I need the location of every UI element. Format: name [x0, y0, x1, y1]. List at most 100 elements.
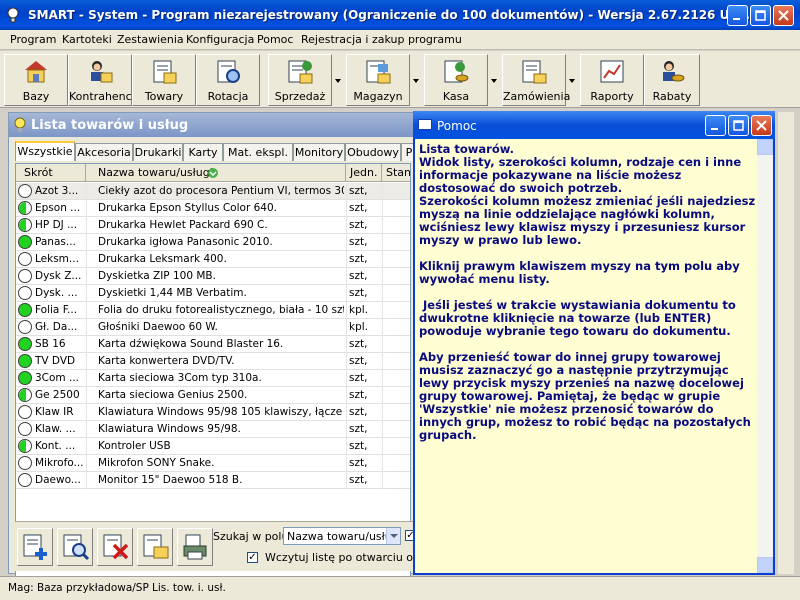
reload-list-checkbox[interactable]: ✓ [247, 552, 258, 563]
table-row[interactable]: TV DVD Karta konwertera DVD/TV. szt, [16, 353, 410, 370]
table-row[interactable]: HP DJ ... Drukarka Hewlet Packard 690 C. s… [16, 217, 410, 234]
print-list-button[interactable] [177, 528, 213, 566]
add-item-icon [23, 534, 47, 560]
minimize-button[interactable] [727, 5, 748, 26]
column-separator [86, 353, 87, 370]
magazyn-dropdown[interactable] [410, 54, 422, 106]
lightbulb-icon [14, 117, 26, 132]
toolbar-rotacja-button[interactable]: Rotacja [196, 54, 260, 106]
cell-name: Mikrofon SONY Snake. [98, 457, 215, 469]
maximize-button[interactable] [750, 5, 771, 26]
tab-akcesoria[interactable]: Akcesoria [75, 143, 133, 161]
discounts-icon [663, 61, 685, 82]
menu-rejestracja[interactable]: Rejestracja i zakup programu [301, 33, 462, 46]
menu-pomoc[interactable]: Pomoc [257, 33, 293, 46]
cell-name: Drukarka Hewlet Packard 690 C. [98, 219, 268, 231]
help-scrollbar[interactable] [757, 139, 773, 573]
tab-more[interactable]: P [401, 143, 413, 161]
cell-code: Azot 3... [35, 185, 79, 197]
column-separator [86, 336, 87, 353]
tab-obudowy[interactable]: Obudowy [345, 143, 401, 161]
toolbar-raporty-button[interactable]: Raporty [580, 54, 644, 106]
cell-name: Karta sieciowa 3Com typ 310a. [98, 372, 262, 384]
column-separator [346, 200, 347, 217]
table-row[interactable]: SB 16 Karta dźwiękowa Sound Blaster 16. sz… [16, 336, 410, 353]
cell-unit: szt, [349, 202, 368, 214]
cell-code: Folia F... [35, 304, 78, 316]
close-button[interactable] [773, 5, 794, 26]
cell-unit: szt, [349, 253, 368, 265]
tab-karty[interactable]: Karty [183, 143, 223, 161]
column-code-header[interactable]: Skrót [16, 164, 86, 182]
stock-status-icon [18, 218, 32, 232]
help-minimize-button[interactable] [705, 115, 726, 136]
menu-program[interactable]: Program [10, 33, 56, 46]
table-row[interactable]: Kont. ... Kontroler USB szt, [16, 438, 410, 455]
magnifier-icon [63, 534, 90, 561]
table-row[interactable]: Leksm... Drukarka Leksmark 400. szt, [16, 251, 410, 268]
menu-zestawienia[interactable]: Zestawienia [117, 33, 184, 46]
tab-wszystkie[interactable]: Wszystkie [15, 141, 75, 161]
scroll-down-button[interactable] [757, 557, 773, 573]
cell-code: TV DVD [35, 355, 76, 367]
column-separator [86, 285, 87, 302]
maximize-icon [733, 120, 744, 131]
tab-monitory[interactable]: Monitory [293, 143, 345, 161]
help-close-button[interactable] [751, 115, 772, 136]
toolbar-towary-button[interactable]: Towary [132, 54, 196, 106]
help-window: Pomoc Lista towarów. Widok listy, szerok… [413, 111, 775, 575]
toolbar-zamowienia-button[interactable]: Zamówienia [502, 54, 570, 106]
cell-unit: szt, [349, 372, 368, 384]
app-icon [7, 7, 19, 23]
delete-item-button[interactable] [97, 528, 133, 566]
column-name-header[interactable]: Nazwa towaru/usługi [86, 164, 346, 182]
help-maximize-button[interactable] [728, 115, 749, 136]
table-row[interactable]: Gł. Da... Głośniki Daewoo 60 W. kpl. [16, 319, 410, 336]
table-row[interactable]: Dysk. ... Dyskietki 1,44 MB Verbatim. szt, [16, 285, 410, 302]
zamowienia-dropdown[interactable] [566, 54, 578, 106]
cell-name: Ciekły azot do procesora Pentium VI, ter… [98, 185, 344, 197]
table-row[interactable]: Ge 2500 Karta sieciowa Genius 2500. szt, [16, 387, 410, 404]
table-row[interactable]: Folia F... Folia do druku fotorealistyczn… [16, 302, 410, 319]
menu-konfiguracja[interactable]: Konfiguracja [186, 33, 254, 46]
table-row[interactable]: Daewo... Monitor 15" Daewoo 518 B. szt, [16, 472, 410, 489]
title-bar: SMART - System - Program niezarejestrowa… [0, 0, 800, 30]
scroll-up-button[interactable] [757, 139, 773, 155]
toolbar-kasa-button[interactable]: Kasa [424, 54, 488, 106]
tab-drukarki[interactable]: Drukarki [133, 143, 183, 161]
menu-kartoteki[interactable]: Kartoteki [62, 33, 112, 46]
table-row[interactable]: Mikrofo... Mikrofon SONY Snake. szt, [16, 455, 410, 472]
search-field-select[interactable]: Nazwa towaru/usług [283, 527, 401, 545]
cell-unit: szt, [349, 287, 368, 299]
cell-name: Dyskietki 1,44 MB Verbatim. [98, 287, 247, 299]
cell-code: HP DJ ... [35, 219, 78, 231]
toolbar-magazyn-button[interactable]: Magazyn [346, 54, 410, 106]
stock-status-icon [18, 184, 32, 198]
table-row[interactable]: Klaw IR Klawiatura Windows 95/98 105 klaw… [16, 404, 410, 421]
table-row[interactable]: Epson ... Drukarka Epson Styllus Color 64… [16, 200, 410, 217]
item-folder-button[interactable] [137, 528, 173, 566]
kasa-dropdown[interactable] [488, 54, 500, 106]
column-separator [382, 370, 383, 387]
column-unit-header[interactable]: Jedn. [346, 164, 382, 182]
toolbar-kontrahenci-button[interactable]: Kontrahenci [68, 54, 135, 106]
cell-name: Monitor 15" Daewoo 518 B. [98, 474, 243, 486]
toolbar-sprzedaz-button[interactable]: Sprzedaż [268, 54, 332, 106]
cell-code: Panas... [35, 236, 76, 248]
column-separator [86, 370, 87, 387]
column-separator [346, 404, 347, 421]
view-item-button[interactable] [57, 528, 93, 566]
table-row[interactable]: Dysk Z... Dyskietka ZIP 100 MB. szt, [16, 268, 410, 285]
column-stock-header[interactable]: Stan m [382, 164, 410, 182]
table-row[interactable]: Panas... Drukarka igłowa Panasonic 2010. s… [16, 234, 410, 251]
table-row[interactable]: Klaw. ... Klawiatura Windows 95/98. szt, [16, 421, 410, 438]
chevron-down-icon[interactable] [386, 528, 400, 544]
tab-mat-ekspl[interactable]: Mat. ekspl. [223, 143, 293, 161]
toolbar-bazy-button[interactable]: Bazy [4, 54, 68, 106]
table-row[interactable]: Azot 3... Ciekły azot do procesora Pentiu… [16, 183, 410, 200]
reports-icon [600, 60, 624, 83]
table-row[interactable]: 3Com ... Karta sieciowa 3Com typ 310a. szt… [16, 370, 410, 387]
sprzedaz-dropdown[interactable] [332, 54, 344, 106]
add-item-button[interactable] [17, 528, 53, 566]
toolbar-rabaty-button[interactable]: Rabaty [644, 54, 700, 106]
